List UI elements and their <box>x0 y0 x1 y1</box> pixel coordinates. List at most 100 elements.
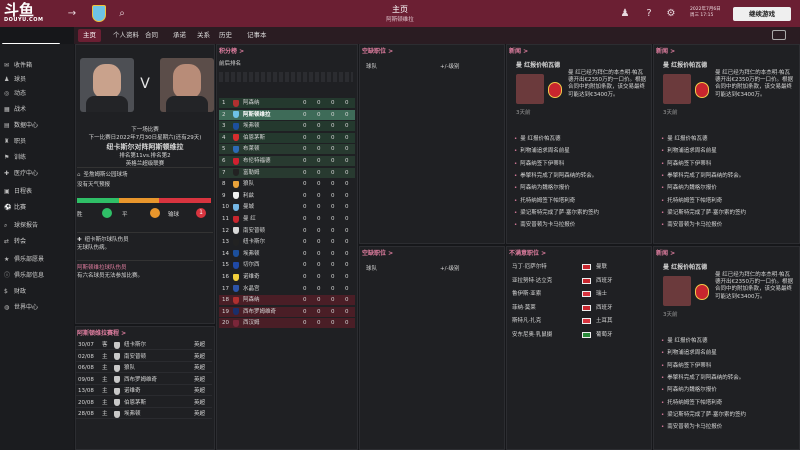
news-item[interactable]: • 梁记斯特完成了萨·塞尔索的签约 <box>661 208 797 218</box>
fixture-row[interactable]: 28/08 主 埃弗顿 英超 <box>76 409 212 419</box>
fixture-row[interactable]: 06/08 主 狼队 英超 <box>76 363 212 373</box>
manager-avatar[interactable] <box>80 58 134 112</box>
news-item[interactable]: • 利物浦追求周名前星 <box>661 146 797 156</box>
news-item[interactable]: • 托特纳姆签下帕塔利奇 <box>661 196 797 206</box>
news-item[interactable]: • 利物浦追求周名前星 <box>661 348 797 358</box>
news-item[interactable]: • 南安普顿为卡马拉报价 <box>661 220 797 230</box>
league-table-row[interactable]: 16 诺维奇 0 0 0 0 <box>219 272 355 282</box>
forward-arrow-icon[interactable]: → <box>64 0 80 27</box>
news-item[interactable]: • 曼 红报价帕瓦德 <box>661 336 797 346</box>
sidebar-item-9[interactable]: ⚽ 比赛 <box>4 202 72 214</box>
tab-0[interactable]: 主页 <box>78 29 101 42</box>
sidebar-item-3[interactable]: ▦ 战术 <box>4 104 72 116</box>
player-photo[interactable] <box>516 74 544 104</box>
player-row[interactable]: 斯特凡·扎克 土耳其 <box>510 316 648 327</box>
tab-5[interactable]: 历史 <box>214 29 237 42</box>
fixture-row[interactable]: 13/08 主 诺维奇 英超 <box>76 386 212 396</box>
news-item[interactable]: • 阿森纳签下伊蒂科 <box>661 361 797 371</box>
sidebar-item-4[interactable]: ▤ 数据中心 <box>4 120 72 132</box>
sidebar-item-1[interactable]: ♟ 球员 <box>4 74 72 86</box>
league-table-row[interactable]: 11 曼 红 0 0 0 0 <box>219 214 355 224</box>
search-icon[interactable]: ⌕ <box>114 0 130 27</box>
news-item[interactable]: • 曼 红报价帕瓦德 <box>514 134 650 144</box>
tab-3[interactable]: 承诺 <box>168 29 191 42</box>
sidebar-item-5[interactable]: ♜ 职员 <box>4 136 72 148</box>
sidebar-item-6[interactable]: ⚑ 训练 <box>4 152 72 164</box>
news-item[interactable]: • 拳擎科完成了到阿森纳的转会。 <box>514 171 650 181</box>
help-icon[interactable]: ? <box>642 0 656 27</box>
league-table-title[interactable]: 积分榜 > <box>219 46 244 55</box>
sidebar-item-15[interactable]: ◍ 世界中心 <box>4 302 72 314</box>
news-item[interactable]: • 阿森纳签下伊蒂科 <box>661 159 797 169</box>
tab-1[interactable]: 个人资料 <box>108 29 144 42</box>
league-table-row[interactable]: 12 南安普顿 0 0 0 0 <box>219 226 355 236</box>
sidebar-item-12[interactable]: ★ 俱乐部愿景 <box>4 254 72 266</box>
news-item[interactable]: • 阿森纳签下伊蒂科 <box>514 159 650 169</box>
league-table-row[interactable]: 8 狼队 0 0 0 0 <box>219 179 355 189</box>
fixture-row[interactable]: 20/08 主 伯恩茅斯 英超 <box>76 398 212 408</box>
league-table-row[interactable]: 10 曼城 0 0 0 0 <box>219 202 355 212</box>
screen-icon[interactable] <box>772 30 786 40</box>
players-panel-title[interactable]: 不满意职位 > <box>509 248 546 257</box>
news2-title[interactable]: 新闻 > <box>656 46 675 55</box>
player-row[interactable]: 马丁·厄萨尔特 曼联 <box>510 262 648 273</box>
league-table-row[interactable]: 4 伯恩茅斯 0 0 0 0 <box>219 132 355 143</box>
own-injury-heading[interactable]: 阿斯顿维拉球队伤员 <box>77 260 213 271</box>
player-row[interactable]: 亚拉努特·达立克 西班牙 <box>510 276 648 287</box>
sidebar-item-14[interactable]: $ 财政 <box>4 286 72 298</box>
tab-4[interactable]: 关系 <box>192 29 215 42</box>
news3-headline[interactable]: 曼 红报价帕瓦德 <box>663 262 707 271</box>
news-item[interactable]: • 利物浦追求周名前星 <box>514 146 650 156</box>
sidebar-item-8[interactable]: ▣ 日程表 <box>4 186 72 198</box>
league-table-row[interactable]: 9 利兹 0 0 0 0 <box>219 191 355 201</box>
player-row[interactable]: 菲纳·莫莱 西班牙 <box>510 303 648 314</box>
news-item[interactable]: • 拳擎科完成了到阿森纳的转会。 <box>661 373 797 383</box>
player-row[interactable]: 安东尼奥·乳鼠摄 葡萄牙 <box>510 330 648 341</box>
news-item[interactable]: • 阿森纳为魏格尔报价 <box>661 183 797 193</box>
news-item[interactable]: • 南安普顿为卡马拉报价 <box>514 220 650 230</box>
league-table-row[interactable]: 14 埃弗顿 0 0 0 0 <box>219 249 355 259</box>
player-photo[interactable] <box>663 276 691 306</box>
league-table-row[interactable]: 15 切尔西 0 0 0 0 <box>219 260 355 270</box>
news-item[interactable]: • 阿森纳为魏格尔报价 <box>514 183 650 193</box>
opponent-manager-avatar[interactable] <box>160 58 214 112</box>
news3-title[interactable]: 新闻 > <box>656 248 675 257</box>
news-item[interactable]: • 托特纳姆签下帕塔利奇 <box>514 196 650 206</box>
news2-headline[interactable]: 曼 红报价帕瓦德 <box>663 60 707 69</box>
tab-2[interactable]: 合同 <box>140 29 163 42</box>
staff-icon[interactable]: ♟ <box>618 0 632 27</box>
league-table-row[interactable]: 3 埃弗顿 0 0 0 0 <box>219 121 355 132</box>
league-table-row[interactable]: 18 阿森纳 0 0 0 0 <box>219 295 355 306</box>
vacancy-title[interactable]: 空缺职位 > <box>362 46 393 55</box>
tab-6[interactable]: 记事本 <box>242 29 272 42</box>
news-item[interactable]: • 拳擎科完成了到阿森纳的转会。 <box>661 171 797 181</box>
fixture-row[interactable]: 30/07 客 纽卡斯尔 英超 <box>76 340 212 350</box>
sidebar-item-7[interactable]: ✚ 医疗中心 <box>4 168 72 180</box>
league-table-row[interactable]: 20 西汉姆 0 0 0 0 <box>219 318 355 329</box>
league-table-row[interactable]: 7 富勒姆 0 0 0 0 <box>219 167 355 178</box>
gear-icon[interactable]: ⚙ <box>664 0 678 27</box>
fixture-row[interactable]: 02/08 主 南安普顿 英超 <box>76 352 212 362</box>
league-table-row[interactable]: 1 阿森纳 0 0 0 0 <box>219 98 355 108</box>
sidebar-item-0[interactable]: ✉ 收件箱 <box>4 60 72 72</box>
league-table-row[interactable]: 2 阿斯顿维拉 0 0 0 0 <box>219 109 355 120</box>
news1-headline[interactable]: 曼 红报价帕瓦德 <box>516 60 560 69</box>
league-table-row[interactable]: 6 布伦特福德 0 0 0 0 <box>219 156 355 166</box>
club-crest-icon[interactable] <box>92 5 106 22</box>
fixture-row[interactable]: 09/08 主 西布罗姆维奇 英超 <box>76 375 212 385</box>
league-table-row[interactable]: 17 水晶宫 0 0 0 0 <box>219 284 355 294</box>
vacancy-title-2[interactable]: 空缺职位 > <box>362 248 393 257</box>
news-item[interactable]: • 南安普顿为卡马拉报价 <box>661 422 797 432</box>
news-item[interactable]: • 曼 红报价帕瓦德 <box>661 134 797 144</box>
continue-button[interactable]: 继续游戏 <box>733 7 791 21</box>
fixtures-title[interactable]: 阿斯顿维拉赛程 > <box>77 328 126 337</box>
sidebar-item-2[interactable]: ◎ 动态 <box>4 88 72 100</box>
player-photo[interactable] <box>663 74 691 104</box>
sidebar-item-11[interactable]: ⇄ 转会 <box>4 236 72 248</box>
news-item[interactable]: • 梁记斯特完成了萨·塞尔索的签约 <box>514 208 650 218</box>
news-item[interactable]: • 梁记斯特完成了萨·塞尔索的签约 <box>661 410 797 420</box>
news-item[interactable]: • 托特纳姆签下帕塔利奇 <box>661 398 797 408</box>
sidebar-item-10[interactable]: ⌕ 球探报告 <box>4 220 72 232</box>
player-row[interactable]: 鲁伊斯·亚索 瑞士 <box>510 289 648 300</box>
news-item[interactable]: • 阿森纳为魏格尔报价 <box>661 385 797 395</box>
